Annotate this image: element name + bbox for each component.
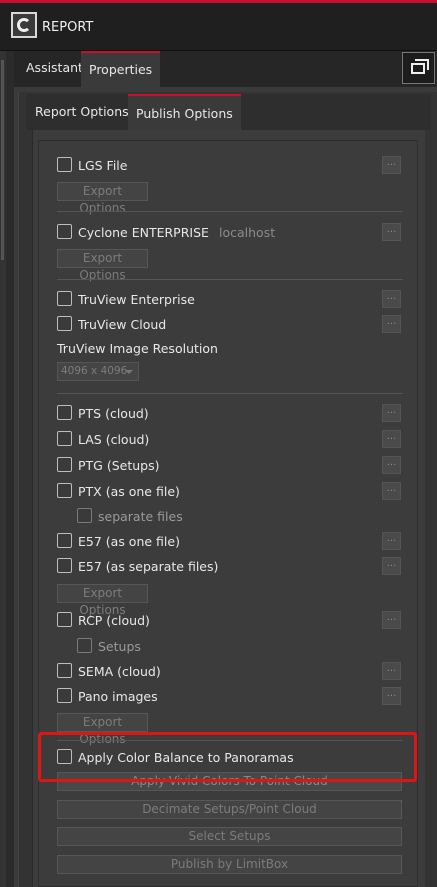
lgs-export-options-button[interactable]: Export Options — [57, 182, 148, 215]
ptx-checkbox[interactable] — [57, 483, 72, 498]
lgs-file-checkbox[interactable] — [57, 157, 72, 172]
tab-publish-options-label: Publish Options — [136, 106, 233, 121]
tab-report-options[interactable]: Report Options — [27, 94, 137, 128]
tab-publish-options[interactable]: Publish Options — [128, 94, 241, 130]
sub-tab-bar: Report Options Publish Options — [26, 94, 431, 130]
ptx-separate-files-checkbox[interactable] — [77, 508, 92, 523]
decimate-button[interactable]: Decimate Setups/Point Cloud — [57, 800, 402, 819]
chevron-down-icon — [125, 370, 133, 374]
left-scrollbar[interactable] — [1, 60, 4, 260]
pts-label: PTS (cloud) — [78, 406, 149, 421]
cyclone-export-options-button[interactable]: Export Options — [57, 249, 148, 282]
app-title: REPORT — [42, 20, 94, 35]
truview-cloud-more-button[interactable]: ... — [382, 315, 401, 333]
pano-export-options-button[interactable]: Export Options — [57, 713, 148, 746]
ptg-checkbox[interactable] — [57, 457, 72, 472]
top-tab-bar: Assistant Properties — [14, 51, 437, 87]
sema-checkbox[interactable] — [57, 663, 72, 678]
rcp-checkbox[interactable] — [57, 612, 72, 627]
truview-resolution-value: 4096 x 4096 — [61, 365, 128, 377]
select-setups-button[interactable]: Select Setups — [57, 827, 402, 846]
tab-report-options-label: Report Options — [35, 104, 129, 119]
truview-resolution-label: TruView Image Resolution — [57, 341, 218, 356]
separator — [57, 279, 403, 280]
e57-separate-checkbox[interactable] — [57, 558, 72, 573]
e57-one-file-checkbox[interactable] — [57, 533, 72, 548]
rcp-setups-checkbox[interactable] — [77, 638, 92, 653]
restore-window-icon[interactable] — [402, 52, 435, 84]
pano-images-more-button[interactable]: ... — [382, 687, 401, 705]
cyclone-more-button[interactable]: ... — [382, 223, 401, 241]
las-label: LAS (cloud) — [78, 432, 150, 447]
pts-checkbox[interactable] — [57, 405, 72, 420]
truview-enterprise-checkbox[interactable] — [57, 291, 72, 306]
cyclone-checkbox[interactable] — [57, 224, 72, 239]
e57-separate-more-button[interactable]: ... — [382, 557, 401, 575]
e57-separate-label: E57 (as separate files) — [78, 559, 219, 574]
ptg-more-button[interactable]: ... — [382, 456, 401, 474]
cyclone-server-label: localhost — [219, 225, 276, 240]
tab-assistant[interactable]: Assistant — [18, 51, 91, 85]
ptx-separate-files-label: separate files — [98, 509, 183, 524]
pts-more-button[interactable]: ... — [382, 404, 401, 422]
las-more-button[interactable]: ... — [382, 430, 401, 448]
separator — [57, 393, 403, 394]
tab-assistant-label: Assistant — [26, 60, 83, 75]
lgs-file-label: LGS File — [78, 158, 128, 173]
lgs-file-more-button[interactable]: ... — [382, 156, 401, 174]
sema-more-button[interactable]: ... — [382, 662, 401, 680]
separator — [57, 211, 403, 212]
highlight-box — [38, 732, 417, 782]
ptx-label: PTX (as one file) — [78, 484, 180, 499]
ptg-label: PTG (Setups) — [78, 458, 160, 473]
e57-one-file-label: E57 (as one file) — [78, 534, 180, 549]
las-checkbox[interactable] — [57, 431, 72, 446]
truview-cloud-label: TruView Cloud — [78, 317, 167, 332]
cyclone-label: Cyclone ENTERPRISE — [78, 225, 209, 240]
rcp-setups-label: Setups — [98, 639, 141, 654]
rcp-more-button[interactable]: ... — [382, 611, 401, 629]
title-bar: REPORT — [0, 3, 437, 51]
rcp-label: RCP (cloud) — [78, 613, 150, 628]
e57-one-file-more-button[interactable]: ... — [382, 532, 401, 550]
sema-label: SEMA (cloud) — [78, 664, 161, 679]
e57-export-options-button[interactable]: Export Options — [57, 584, 148, 617]
publish-by-limitbox-button[interactable]: Publish by LimitBox — [57, 855, 402, 874]
truview-enterprise-more-button[interactable]: ... — [382, 290, 401, 308]
ptx-more-button[interactable]: ... — [382, 482, 401, 500]
report-app-icon — [11, 12, 37, 38]
truview-resolution-select[interactable]: 4096 x 4096 — [57, 362, 139, 381]
tab-properties-label: Properties — [89, 62, 153, 77]
pano-images-checkbox[interactable] — [57, 688, 72, 703]
pano-images-label: Pano images — [78, 689, 158, 704]
truview-enterprise-label: TruView Enterprise — [78, 292, 195, 307]
tab-properties[interactable]: Properties — [81, 51, 161, 87]
truview-cloud-checkbox[interactable] — [57, 316, 72, 331]
